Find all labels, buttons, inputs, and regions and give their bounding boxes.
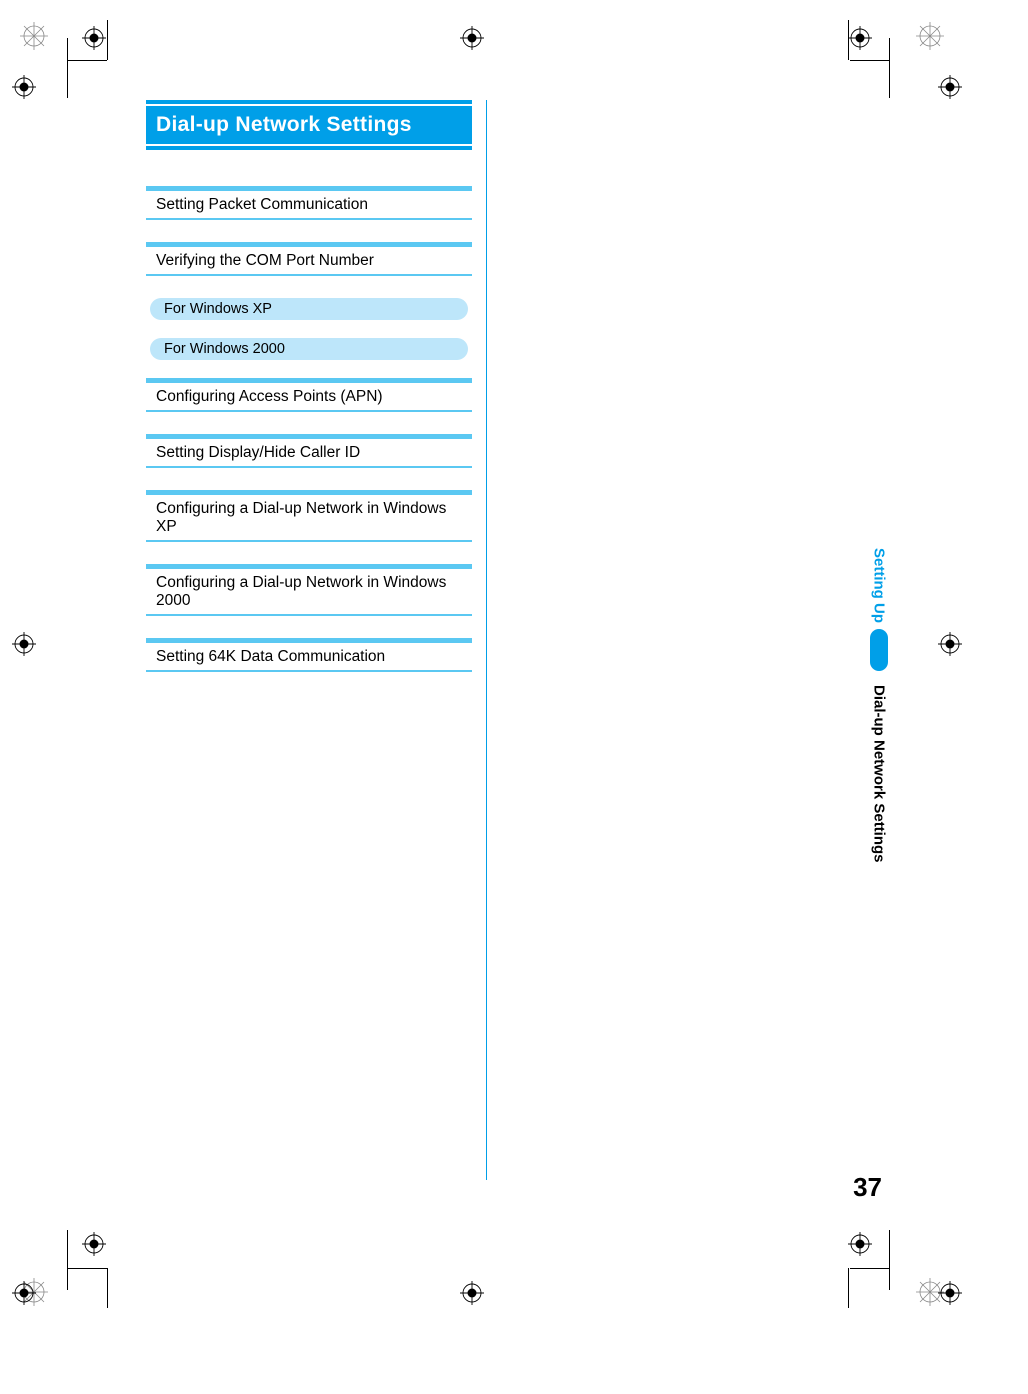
section-heading: Verifying the COM Port Number (146, 242, 472, 276)
registration-mark-icon (938, 632, 962, 656)
registration-mark-icon (82, 1232, 106, 1256)
registration-mark-icon (848, 1232, 872, 1256)
section-heading: Setting Display/Hide Caller ID (146, 434, 472, 468)
page-title: Dial-up Network Settings (146, 106, 472, 144)
section-heading: Configuring a Dial-up Network in Windows… (146, 490, 472, 542)
registration-mark-icon (460, 1281, 484, 1305)
side-tab-chapter: Setting Up (870, 548, 887, 623)
side-tab-topic: Dial-up Network Settings (870, 685, 887, 863)
registration-mark-icon (938, 75, 962, 99)
page-title-box: Dial-up Network Settings (146, 100, 472, 150)
registration-mark-icon (82, 26, 106, 50)
page-number: 37 (853, 1172, 882, 1203)
section-heading: Setting Packet Communication (146, 186, 472, 220)
registration-mark-icon (938, 1281, 962, 1305)
section-heading: Configuring Access Points (APN) (146, 378, 472, 412)
sub-heading-pill: For Windows 2000 (150, 338, 468, 360)
side-tab: Setting Up Dial-up Network Settings (868, 548, 888, 863)
sub-heading-pill: For Windows XP (150, 298, 468, 320)
section-heading: Configuring a Dial-up Network in Windows… (146, 564, 472, 616)
thumb-tab-icon (870, 629, 888, 671)
registration-starburst-icon (20, 1278, 48, 1306)
content-column: Dial-up Network Settings Setting Packet … (146, 100, 472, 694)
registration-mark-icon (12, 1281, 36, 1305)
registration-mark-icon (460, 26, 484, 50)
registration-starburst-icon (916, 1278, 944, 1306)
registration-mark-icon (848, 26, 872, 50)
registration-mark-icon (12, 632, 36, 656)
column-divider (486, 100, 487, 1180)
registration-mark-icon (12, 75, 36, 99)
section-heading: Setting 64K Data Communication (146, 638, 472, 672)
registration-starburst-icon (20, 22, 48, 50)
registration-starburst-icon (916, 22, 944, 50)
